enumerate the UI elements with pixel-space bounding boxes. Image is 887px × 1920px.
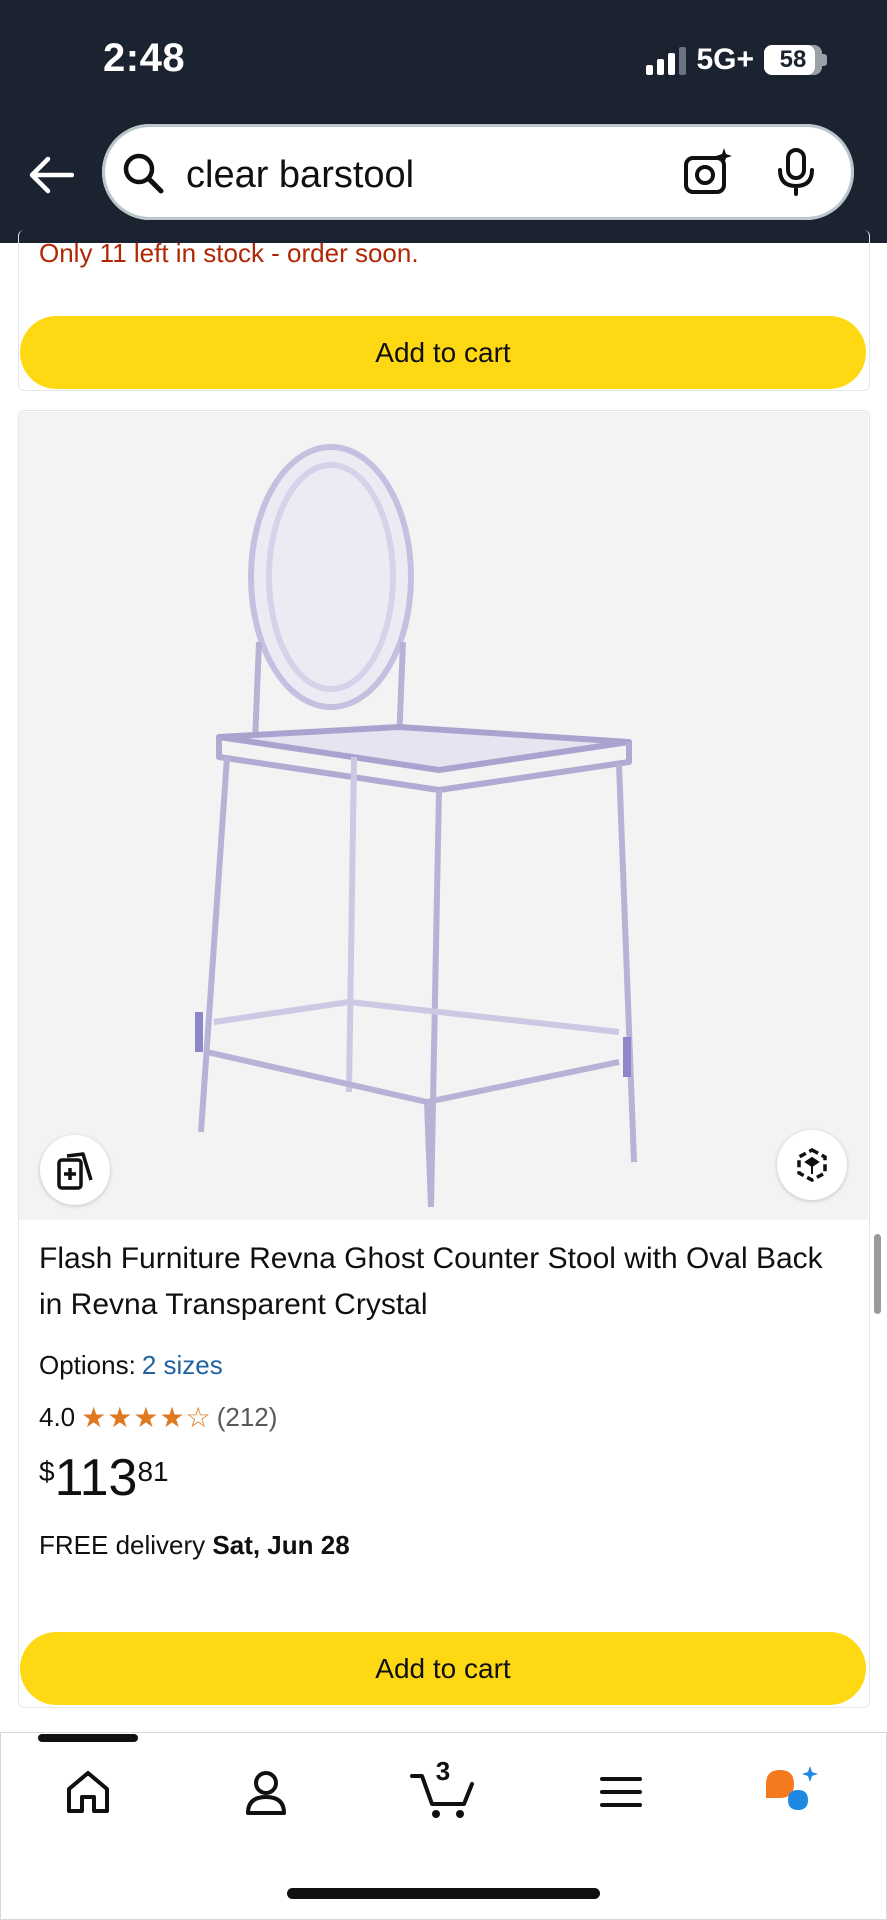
back-arrow-icon[interactable] <box>26 150 76 200</box>
product-image[interactable] <box>19 412 868 1220</box>
search-icon <box>123 153 164 194</box>
nav-menu[interactable] <box>591 1762 651 1822</box>
price-whole: 113 <box>54 1449 138 1507</box>
stock-notice: Only 11 left in stock - order soon. <box>39 238 419 268</box>
header: 2:48 5G+ 58 clear barstool <box>0 0 887 243</box>
delivery-info: FREE delivery Sat, Jun 28 <box>39 1530 350 1561</box>
barstool-illustration <box>195 444 637 1208</box>
add-card-icon <box>57 1152 93 1190</box>
search-input[interactable]: clear barstool <box>186 154 414 197</box>
hamburger-menu-icon <box>600 1777 642 1807</box>
search-bar[interactable]: clear barstool <box>102 124 854 220</box>
compare-cards-button[interactable] <box>40 1135 110 1205</box>
product-rating[interactable]: 4.0 ★ ★ ★ ★ ☆ (212) <box>39 1402 277 1433</box>
home-indicator <box>287 1888 600 1899</box>
add-to-cart-button[interactable]: Add to cart <box>20 1632 866 1705</box>
star-full-icon: ★ <box>159 1401 185 1433</box>
star-empty-icon: ☆ <box>185 1401 211 1433</box>
options-link[interactable]: 2 sizes <box>142 1350 223 1380</box>
nav-home[interactable] <box>58 1762 118 1822</box>
product-price: $11381 <box>39 1448 169 1508</box>
status-time: 2:48 <box>103 36 186 80</box>
nav-cart[interactable]: 3 <box>410 1756 476 1822</box>
camera-search-icon[interactable] <box>682 146 734 198</box>
rating-count: (212) <box>216 1402 278 1432</box>
product-title[interactable]: Flash Furniture Revna Ghost Counter Stoo… <box>39 1236 839 1328</box>
rating-stars: ★ ★ ★ ★ ☆ <box>81 1401 211 1433</box>
star-full-icon: ★ <box>107 1401 133 1433</box>
cart-count: 3 <box>435 1756 451 1786</box>
delivery-prefix: FREE delivery <box>39 1530 206 1560</box>
microphone-icon[interactable] <box>770 146 822 198</box>
star-full-icon: ★ <box>133 1401 159 1433</box>
product-options: Options: 2 sizes <box>39 1350 223 1381</box>
signal-icon <box>646 45 687 75</box>
options-label: Options: <box>39 1350 136 1380</box>
star-full-icon: ★ <box>81 1401 107 1433</box>
scrollbar[interactable] <box>874 1234 881 1314</box>
network-label: 5G+ <box>696 43 754 76</box>
home-icon <box>67 1771 109 1813</box>
active-tab-indicator <box>38 1734 138 1742</box>
rating-value: 4.0 <box>39 1402 76 1432</box>
3d-cube-icon <box>797 1148 827 1182</box>
view-in-3d-button[interactable] <box>777 1130 847 1200</box>
nav-account[interactable] <box>236 1762 296 1822</box>
status-indicators: 5G+ 58 <box>646 40 827 80</box>
battery-icon: 58 <box>764 45 827 75</box>
rufus-assistant-icon <box>766 1766 818 1810</box>
add-to-cart-button[interactable]: Add to cart <box>20 316 866 389</box>
price-symbol: $ <box>39 1456 55 1487</box>
battery-level: 58 <box>779 46 807 73</box>
delivery-date: Sat, Jun 28 <box>212 1530 350 1560</box>
person-icon <box>246 1771 286 1815</box>
price-fraction: 81 <box>137 1456 169 1487</box>
nav-rufus[interactable] <box>762 1762 822 1822</box>
